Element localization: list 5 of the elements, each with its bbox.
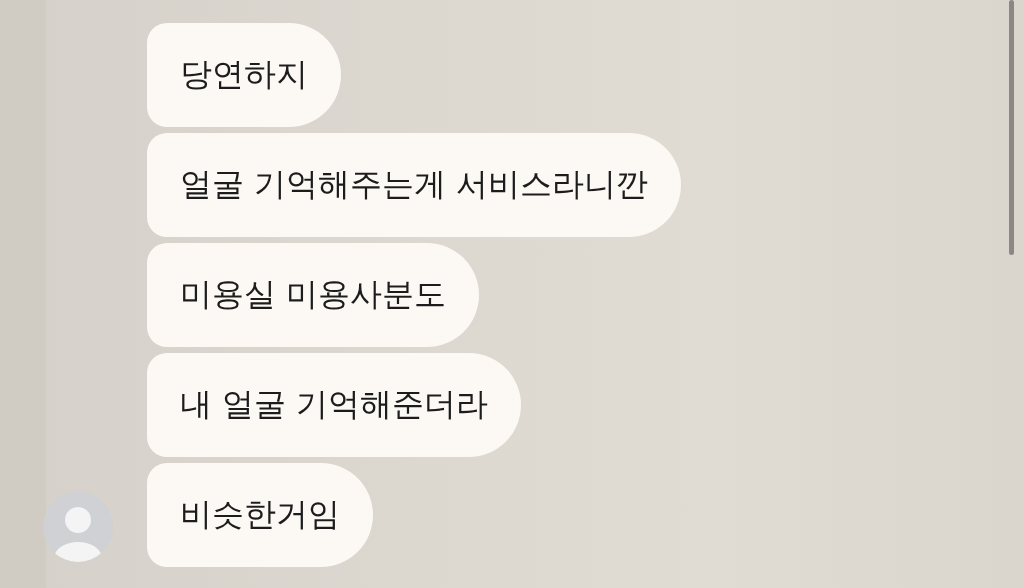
message-bubble: 미용실 미용사분도 xyxy=(147,243,480,347)
message-bubble: 당연하지 xyxy=(147,23,341,127)
message-bubble: 내 얼굴 기억해준더라 xyxy=(147,353,522,457)
message-bubble: 비슷한거임 xyxy=(147,463,373,567)
message-bubble: 얼굴 기억해주는게 서비스라니깐 xyxy=(147,133,682,237)
